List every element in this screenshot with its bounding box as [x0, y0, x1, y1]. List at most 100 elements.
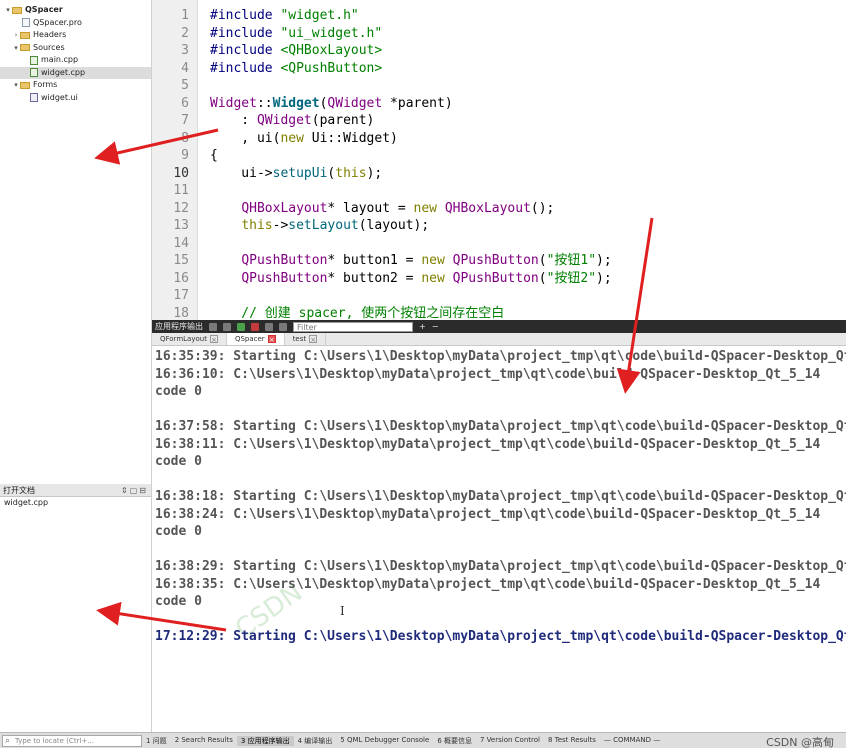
status-pane-button[interactable]: 4 编译输出 — [294, 736, 337, 746]
code-line[interactable]: , ui(new Ui::Widget) — [210, 130, 398, 147]
open-documents-panel: 打开文档 ⇕▢⊟ widget.cpp — [0, 484, 152, 732]
line-number: 4 — [181, 60, 189, 76]
status-bar-panes: 1 问题 2 Search Results 3 应用程序输出 4 编译输出 5 QML … — [142, 735, 664, 746]
csdn-watermark: CSDN @高甸 — [766, 736, 834, 748]
run-icon[interactable] — [237, 322, 245, 331]
status-pane-button[interactable]: 6 概要信息 — [433, 736, 476, 746]
line-number-gutter: 1 2 3 4 5 6 7 8 9 10 11 12 13 14 15 16 17 18 — [152, 0, 198, 320]
output-tab-label: test — [292, 334, 307, 343]
output-line: 16:35:39: Starting C:\Users\1\Desktop\my… — [155, 349, 846, 364]
status-pane-button[interactable]: — COMMAND — — [600, 736, 664, 746]
file-icon — [22, 18, 30, 27]
tree-item-qspacer[interactable]: ▾ QSpacer — [0, 4, 151, 16]
line-number: 1 — [181, 8, 189, 23]
tree-item-label: main.cpp — [41, 55, 79, 64]
tree-item-qspacer-pro[interactable]: QSpacer.pro — [0, 17, 151, 29]
tree-item-headers[interactable]: › Headers — [0, 29, 151, 41]
zoom-in-icon[interactable]: + — [419, 320, 426, 333]
output-pane-title: 应用程序输出 — [155, 322, 203, 331]
status-pane-button[interactable]: 1 问题 — [142, 736, 171, 746]
output-line: 16:38:18: Starting C:\Users\1\Desktop\my… — [155, 489, 846, 504]
line-number: 12 — [173, 200, 189, 216]
prev-icon[interactable] — [223, 322, 231, 331]
zoom-out-icon[interactable]: − — [432, 320, 439, 333]
tree-item-main-cpp[interactable]: main.cpp — [0, 54, 151, 66]
code-line[interactable]: : QWidget(parent) — [210, 112, 374, 129]
code-line[interactable]: Widget::Widget(QWidget *parent) — [210, 95, 453, 112]
chevron-down-icon[interactable]: ▾ — [12, 42, 20, 54]
lock-icon[interactable] — [209, 322, 217, 331]
code-line[interactable]: // 创建 spacer, 使两个按钮之间存在空白 — [210, 305, 504, 321]
tree-item-widget-cpp[interactable]: widget.cpp — [0, 66, 151, 79]
code-line[interactable]: QPushButton* button1 = new QPushButton("… — [210, 252, 611, 269]
output-line: 16:37:58: Starting C:\Users\1\Desktop\my… — [155, 419, 846, 434]
output-tab-test[interactable]: test × — [285, 333, 327, 345]
output-tab-label: QSpacer — [234, 334, 265, 343]
application-output-text[interactable]: CSDN I 16:35:39: Starting C:\Users\1\Des… — [152, 346, 846, 732]
output-line: 16:38:24: C:\Users\1\Desktop\myData\proj… — [155, 506, 821, 522]
code-line[interactable]: #include "widget.h" — [210, 7, 359, 24]
chevron-down-icon[interactable]: ▾ — [4, 4, 12, 16]
line-number: 11 — [173, 183, 189, 198]
file-icon — [30, 68, 38, 77]
status-bar: Type to locate (Ctrl+... 1 问题2 Search Re… — [0, 732, 846, 748]
line-number: 3 — [181, 43, 189, 58]
status-pane-button[interactable]: 5 QML Debugger Console — [336, 736, 433, 746]
tree-item-label: Headers — [33, 30, 67, 39]
output-line: 16:38:11: C:\Users\1\Desktop\myData\proj… — [155, 436, 821, 452]
tree-item-label: Sources — [33, 42, 65, 52]
line-number: 2 — [181, 25, 189, 41]
tree-item-widget-ui[interactable]: widget.ui — [0, 92, 151, 104]
folder-icon — [12, 6, 22, 14]
status-pane-button[interactable]: 3 应用程序输出 — [236, 735, 294, 746]
output-toolbar: 应用程序输出 Filter + − — [152, 320, 846, 333]
output-filter-input[interactable]: Filter — [293, 321, 413, 332]
code-line[interactable]: #include <QPushButton> — [210, 60, 382, 77]
status-pane-button[interactable]: 8 Test Results — [544, 736, 600, 746]
text-cursor-icon: I — [340, 604, 345, 618]
code-line[interactable]: this->setLayout(layout); — [210, 217, 429, 234]
chevron-right-icon[interactable]: › — [12, 29, 20, 41]
status-pane-button[interactable]: 2 Search Results — [171, 736, 237, 746]
line-number: 8 — [181, 130, 189, 146]
code-editor[interactable]: 1 2 3 4 5 6 7 8 9 10 11 12 13 14 15 16 17 18 #include "wi… — [152, 0, 846, 320]
output-tab-label: QFormLayout — [160, 334, 207, 343]
open-document-item[interactable]: widget.cpp — [0, 497, 151, 509]
line-number: 17 — [173, 288, 189, 303]
line-number: 5 — [181, 78, 189, 93]
close-icon[interactable]: × — [267, 335, 276, 344]
chevron-down-icon[interactable]: ▾ — [12, 79, 20, 91]
open-documents-title: 打开文档 — [3, 486, 35, 495]
code-line[interactable]: { — [210, 147, 218, 164]
panel-controls-icon[interactable]: ⇕▢⊟ — [121, 484, 151, 496]
folder-icon — [20, 31, 30, 39]
code-line[interactable]: QHBoxLayout* layout = new QHBoxLayout(); — [210, 200, 554, 217]
output-line: 16:38:29: Starting C:\Users\1\Desktop\my… — [155, 559, 846, 574]
status-pane-button[interactable]: 7 Version Control — [476, 736, 544, 746]
settings-icon[interactable] — [279, 322, 287, 331]
close-icon[interactable]: × — [209, 335, 218, 344]
code-line[interactable]: #include <QHBoxLayout> — [210, 42, 382, 59]
output-tab-qspacer[interactable]: QSpacer × — [226, 333, 285, 345]
code-line[interactable]: #include "ui_widget.h" — [210, 25, 382, 42]
tree-item-label: Forms — [33, 80, 58, 89]
output-line: 16:36:10: C:\Users\1\Desktop\myData\proj… — [155, 366, 821, 382]
output-line: code 0 — [155, 524, 202, 539]
code-line[interactable]: ui->setupUi(this); — [210, 165, 382, 182]
close-icon[interactable]: × — [309, 335, 318, 344]
tree-item-label: QSpacer — [25, 5, 63, 14]
folder-icon — [20, 81, 30, 89]
tree-item-label: widget.ui — [41, 92, 78, 102]
stop-icon[interactable] — [251, 322, 259, 331]
attach-icon[interactable] — [265, 322, 273, 331]
line-number: 14 — [173, 235, 189, 251]
tree-item-label: QSpacer.pro — [33, 17, 82, 27]
line-number: 7 — [181, 113, 189, 128]
tree-item-forms[interactable]: ▾ Forms — [0, 79, 151, 91]
tree-item-sources[interactable]: ▾ Sources — [0, 42, 151, 54]
code-line[interactable]: QPushButton* button2 = new QPushButton("… — [210, 270, 611, 287]
output-tab-qformlayout[interactable]: QFormLayout × — [152, 333, 227, 345]
tree-item-label: widget.cpp — [41, 67, 86, 77]
output-line: 17:12:29: Starting C:\Users\1\Desktop\my… — [155, 629, 846, 644]
locate-input[interactable]: Type to locate (Ctrl+... — [2, 734, 142, 747]
